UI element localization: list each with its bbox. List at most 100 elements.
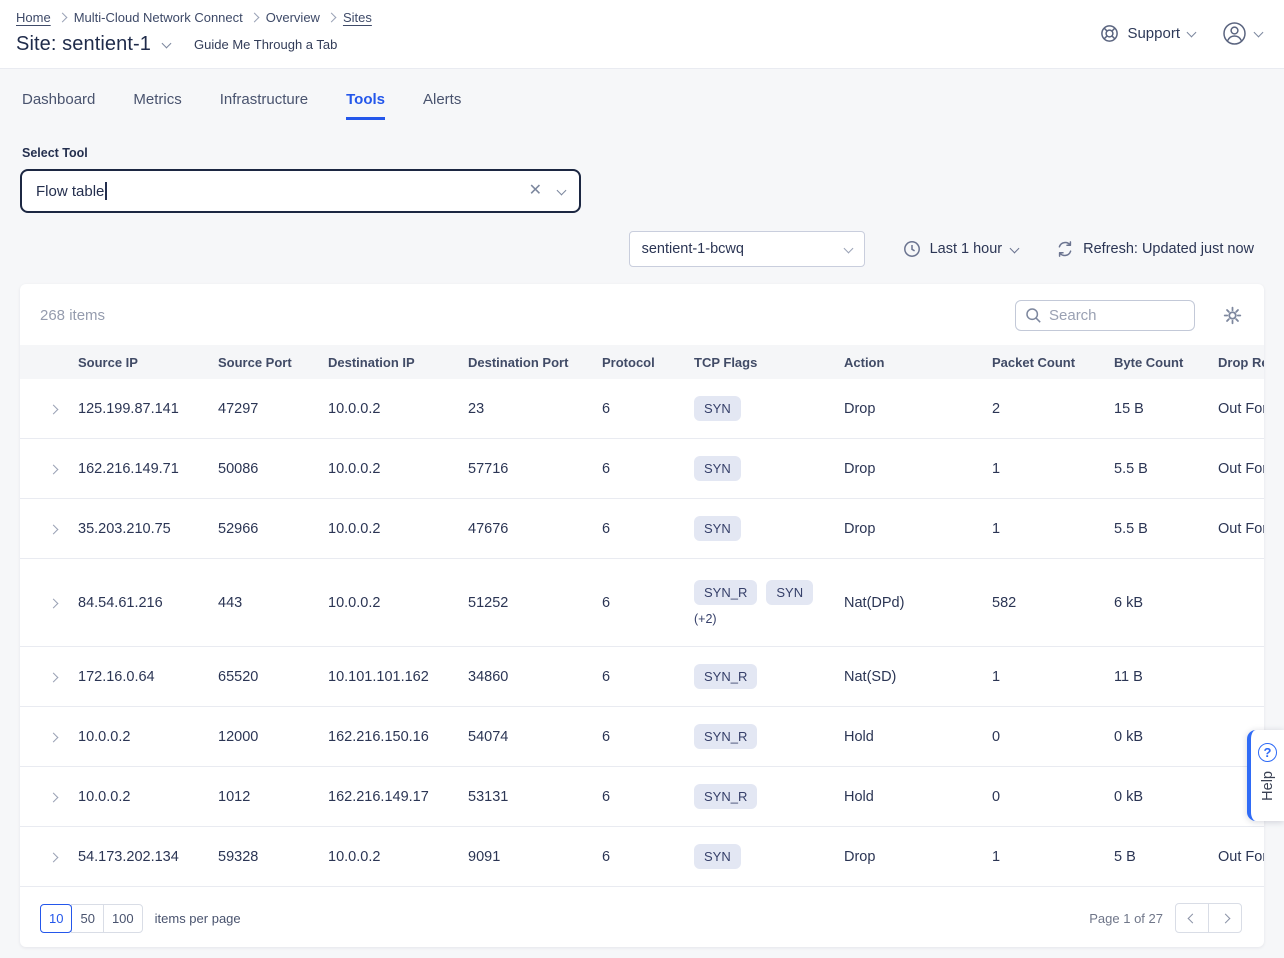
avatar-icon (1221, 20, 1248, 47)
tab-tools[interactable]: Tools (346, 91, 385, 120)
flow-table: Source IP Source Port Destination IP Des… (20, 345, 1264, 887)
row-expander-icon[interactable] (49, 672, 59, 682)
tab-infrastructure[interactable]: Infrastructure (220, 91, 308, 120)
row-expander-icon[interactable] (49, 732, 59, 742)
tcp-flag-badge: SYN (694, 456, 741, 481)
page-info: Page 1 of 27 (1089, 911, 1163, 926)
table-row[interactable]: 54.173.202.134 59328 10.0.0.2 9091 6 SYN… (20, 827, 1264, 887)
cell-drop-reason: Out For (1218, 401, 1264, 417)
account-menu[interactable] (1221, 20, 1262, 47)
node-chevron-down-icon (843, 243, 853, 253)
cell-source-port: 52966 (218, 521, 328, 537)
table-row[interactable]: 10.0.0.2 12000 162.216.150.16 54074 6 SY… (20, 707, 1264, 767)
clock-icon (903, 240, 921, 258)
breadcrumb-separator-icon (57, 13, 67, 23)
tool-chevron-down-icon[interactable] (557, 185, 567, 195)
cell-byte-count: 11 B (1114, 669, 1218, 685)
table-row[interactable]: 162.216.149.71 50086 10.0.0.2 57716 6 SY… (20, 439, 1264, 499)
cell-packet-count: 0 (992, 789, 1114, 805)
table-row[interactable]: 84.54.61.216 443 10.0.0.2 51252 6 SYN_R … (20, 559, 1264, 647)
col-destination-port: Destination Port (468, 355, 602, 370)
page-size-100[interactable]: 100 (103, 904, 143, 933)
search-icon (1025, 307, 1042, 324)
clear-icon[interactable]: ✕ (529, 183, 542, 199)
breadcrumb-mcnc: Multi-Cloud Network Connect (74, 10, 243, 25)
support-lifebuoy-icon (1100, 24, 1119, 43)
select-tool-label: Select Tool (22, 146, 1284, 160)
title-chevron-down-icon[interactable] (162, 39, 172, 49)
cell-packet-count: 1 (992, 669, 1114, 685)
table-row[interactable]: 10.0.0.2 1012 162.216.149.17 53131 6 SYN… (20, 767, 1264, 827)
cell-protocol: 6 (602, 789, 694, 805)
row-expander-icon[interactable] (49, 598, 59, 608)
time-range-select[interactable]: Last 1 hour (903, 240, 1019, 258)
cell-protocol: 6 (602, 401, 694, 417)
support-label: Support (1127, 25, 1180, 42)
refresh-status: Refresh: Updated just now (1083, 241, 1254, 257)
cell-packet-count: 582 (992, 595, 1114, 611)
cell-protocol: 6 (602, 461, 694, 477)
cell-destination-ip: 10.101.101.162 (328, 669, 468, 685)
cell-byte-count: 0 kB (1114, 729, 1218, 745)
prev-page-button[interactable] (1175, 903, 1209, 933)
row-expander-icon[interactable] (49, 852, 59, 862)
tcp-flag-badge: SYN (694, 516, 741, 541)
row-expander-icon[interactable] (49, 524, 59, 534)
gear-icon[interactable] (1223, 306, 1242, 325)
help-widget[interactable]: ? Help (1247, 730, 1284, 821)
cell-destination-ip: 10.0.0.2 (328, 401, 468, 417)
cell-action: Nat(DPd) (844, 595, 992, 611)
site-tabs: Dashboard Metrics Infrastructure Tools A… (0, 69, 1284, 120)
cell-drop-reason: Out For (1218, 521, 1264, 537)
tool-combobox[interactable]: Flow table ✕ (20, 169, 581, 213)
cell-byte-count: 0 kB (1114, 789, 1218, 805)
support-chevron-down-icon (1187, 28, 1197, 38)
next-page-button[interactable] (1208, 903, 1242, 933)
cell-source-ip: 10.0.0.2 (78, 789, 218, 805)
support-menu[interactable]: Support (1100, 24, 1195, 43)
table-row[interactable]: 35.203.210.75 52966 10.0.0.2 47676 6 SYN… (20, 499, 1264, 559)
row-expander-icon[interactable] (49, 792, 59, 802)
cell-packet-count: 1 (992, 461, 1114, 477)
table-row[interactable]: 125.199.87.141 47297 10.0.0.2 23 6 SYN D… (20, 379, 1264, 439)
cell-destination-port: 23 (468, 401, 602, 417)
refresh-icon (1056, 240, 1074, 258)
tab-alerts[interactable]: Alerts (423, 91, 461, 120)
tcp-flag-badge: SYN_R (694, 724, 757, 749)
tab-metrics[interactable]: Metrics (133, 91, 181, 120)
cell-source-ip: 84.54.61.216 (78, 595, 218, 611)
guide-me-link[interactable]: Guide Me Through a Tab (194, 37, 337, 52)
more-flags-indicator[interactable]: (+2) (694, 612, 836, 626)
breadcrumb-home[interactable]: Home (16, 10, 51, 25)
tab-dashboard[interactable]: Dashboard (22, 91, 95, 120)
page-size-10[interactable]: 10 (40, 904, 72, 933)
cell-destination-ip: 162.216.150.16 (328, 729, 468, 745)
cell-destination-ip: 10.0.0.2 (328, 595, 468, 611)
cell-destination-port: 34860 (468, 669, 602, 685)
search-box[interactable] (1015, 300, 1195, 331)
time-chevron-down-icon (1010, 243, 1020, 253)
cell-packet-count: 0 (992, 729, 1114, 745)
page-size-group: 10 50 100 (40, 904, 143, 933)
row-expander-icon[interactable] (49, 464, 59, 474)
cell-protocol: 6 (602, 849, 694, 865)
col-destination-ip: Destination IP (328, 355, 468, 370)
breadcrumb-separator-icon (249, 13, 259, 23)
breadcrumb-overview: Overview (266, 10, 320, 25)
node-select[interactable]: sentient-1-bcwq (629, 231, 865, 267)
search-input[interactable] (1049, 307, 1185, 324)
cell-source-port: 65520 (218, 669, 328, 685)
row-expander-icon[interactable] (49, 404, 59, 414)
cell-destination-ip: 10.0.0.2 (328, 461, 468, 477)
refresh-control[interactable]: Refresh: Updated just now (1056, 240, 1254, 258)
cell-destination-port: 47676 (468, 521, 602, 537)
tcp-flag-badge: SYN_R (694, 664, 757, 689)
cell-action: Drop (844, 521, 992, 537)
breadcrumb-sites[interactable]: Sites (343, 10, 372, 25)
page-size-50[interactable]: 50 (71, 904, 103, 933)
tool-combobox-value[interactable]: Flow table (36, 183, 104, 200)
text-cursor (105, 182, 107, 200)
items-count: 268 items (40, 307, 105, 324)
cell-source-port: 47297 (218, 401, 328, 417)
table-row[interactable]: 172.16.0.64 65520 10.101.101.162 34860 6… (20, 647, 1264, 707)
